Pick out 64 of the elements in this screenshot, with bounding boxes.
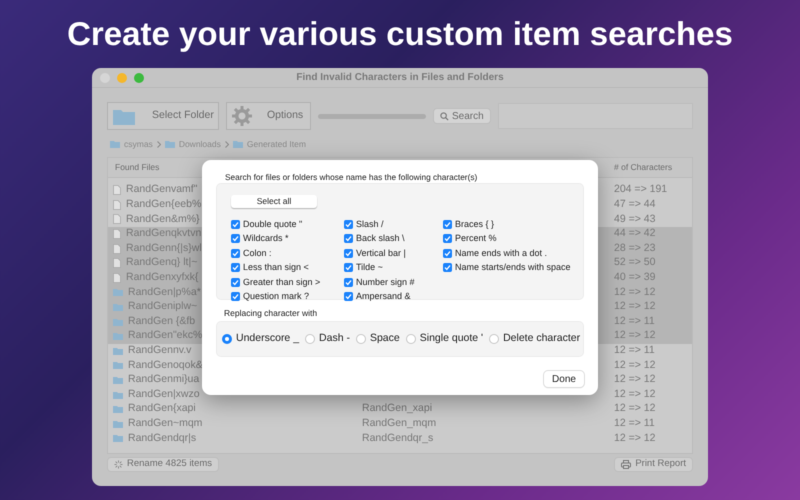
character-count: 12 => 11 xyxy=(614,314,655,327)
file-name: RandGen{xapi xyxy=(128,401,196,416)
file-name: RandGen|p%a* xyxy=(128,284,201,300)
new-name: RandGendqr_s xyxy=(362,432,434,444)
checkbox-label: Name ends with a dot . xyxy=(455,246,548,260)
file-name: RandGen|xwzo xyxy=(128,386,200,402)
checkbox-label: Slash / xyxy=(356,218,384,230)
character-count: 204 => 191 xyxy=(614,183,668,196)
file-name: RandGennv.v xyxy=(128,342,192,358)
character-count: 40 => 39 xyxy=(614,270,656,283)
checkbox-label: Name starts/ends with space xyxy=(455,261,571,274)
character-count: 12 => 12 xyxy=(614,286,656,298)
file-name: RandGenqkvtvn xyxy=(126,226,202,242)
new-name: RandGen_mqm xyxy=(362,416,436,429)
character-count: 12 => 12 xyxy=(614,373,656,386)
checkbox-label: Colon : xyxy=(243,246,272,260)
file-name: RandGeniplw~ xyxy=(128,299,198,314)
file-name: RandGendqr|s xyxy=(128,430,196,446)
checkbox-label: Wildcards * xyxy=(243,232,289,245)
file-name: RandGen&m%} xyxy=(126,212,200,227)
radio-label: Single quote ' xyxy=(420,331,484,346)
character-count: 44 => 42 xyxy=(614,227,656,240)
checkbox-label: Braces { } xyxy=(455,218,494,231)
headline: Create your various custom item searches xyxy=(67,14,733,54)
character-count: 12 => 12 xyxy=(614,300,656,312)
character-count: 12 => 11 xyxy=(614,344,655,356)
character-count: 12 => 12 xyxy=(614,388,656,400)
radio-label: Dash - xyxy=(319,331,350,346)
file-name: RandGen~mqm xyxy=(128,416,202,431)
character-count: 12 => 12 xyxy=(614,329,656,342)
character-count: 52 => 50 xyxy=(614,256,656,268)
character-count: 12 => 12 xyxy=(614,358,656,371)
checkbox-label: Tilde ~ xyxy=(356,261,383,274)
character-count: 12 => 12 xyxy=(614,402,656,414)
character-count: 49 => 43 xyxy=(614,212,656,225)
file-name: RandGenn{|s}wl xyxy=(126,240,202,256)
checkbox-label: Percent % xyxy=(455,232,497,245)
file-name: RandGenmi}ua xyxy=(128,372,200,388)
checkbox-label: Number sign # xyxy=(356,276,415,289)
checkbox-label: Vertical bar | xyxy=(356,246,406,260)
file-name: RandGenvamf" xyxy=(126,182,198,198)
checkbox-label: Less than sign < xyxy=(243,261,309,274)
file-name: RandGenq} lt|~ xyxy=(126,255,198,270)
radio-label: Delete character xyxy=(503,331,580,346)
file-name: RandGenoqok& xyxy=(128,358,203,373)
checkbox-label: Question mark ? xyxy=(243,290,310,303)
file-name: RandGen{eeb% xyxy=(126,197,202,212)
character-count: 28 => 23 xyxy=(614,242,656,254)
replace-label: Replacing character with xyxy=(224,308,318,319)
dialog-prompt: Search for files or folders whose name has the following character(s) xyxy=(225,172,478,183)
radio-label: Underscore _ xyxy=(236,331,300,346)
file-name: RandGen {&fb xyxy=(128,314,196,329)
new-name: RandGen_xapi xyxy=(362,402,432,414)
checkbox-label: Greater than sign > xyxy=(243,276,320,289)
checkbox-label: Ampersand & xyxy=(356,290,411,303)
file-name: RandGenxyfxk{ xyxy=(126,270,198,285)
character-count: 47 => 44 xyxy=(614,198,656,210)
character-count: 12 => 12 xyxy=(614,432,656,444)
character-count: 12 => 11 xyxy=(614,416,655,429)
checkbox-label: Back slash \ xyxy=(356,232,405,245)
window-title: Find Invalid Characters in Files and Folders xyxy=(295,71,505,85)
checkbox-label: Double quote " xyxy=(243,218,302,231)
file-name: RandGen"ekc% xyxy=(128,328,202,344)
radio-label: Space xyxy=(370,331,400,346)
